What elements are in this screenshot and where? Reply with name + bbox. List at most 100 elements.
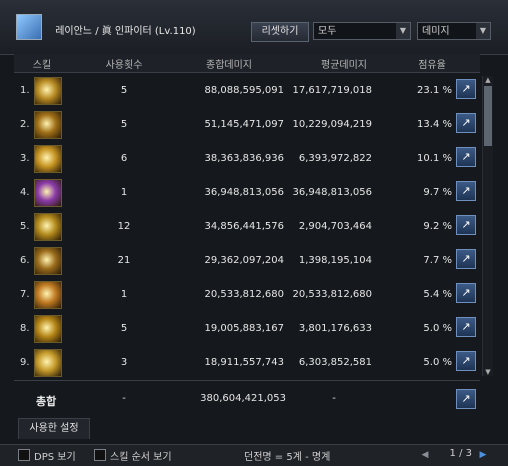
skill-icon: [34, 213, 62, 241]
share-row-button[interactable]: ↗: [456, 215, 476, 235]
scrollbar[interactable]: ▲ ▼: [482, 76, 493, 376]
character-name: ᅠ레이안느: [46, 26, 92, 37]
share-row-button[interactable]: ↗: [456, 283, 476, 303]
share-row-button[interactable]: ↗: [456, 79, 476, 99]
table-row: 2. 5 51,145,471,097 10,229,094,219 13.4 % ↗: [0, 107, 508, 144]
order-checkbox[interactable]: [94, 449, 106, 461]
row-rank: 5.: [20, 221, 30, 232]
table-row: 7. 1 20,533,812,680 20,533,812,680 5.4 % ↗: [0, 277, 508, 314]
row-avg-damage: 6,393,972,822: [298, 153, 372, 164]
row-share: 13.4 %: [417, 119, 452, 130]
table-row: 8. 5 19,005,883,167 3,801,176,633 5.0 % ↗: [0, 311, 508, 348]
col-share: 점유율: [418, 60, 446, 71]
scroll-down-arrow[interactable]: ▼: [483, 368, 493, 376]
metric-dropdown[interactable]: 데미지 ▼: [417, 22, 491, 40]
row-avg-damage: 20,533,812,680: [292, 289, 372, 300]
row-rank: 8.: [20, 323, 30, 334]
row-rank: 7.: [20, 289, 30, 300]
row-uses: 21: [117, 255, 131, 266]
page-indicator: 1 / 3: [449, 448, 472, 459]
table-header: 스킬 사용횟수 종합데미지 평균데미지 점유율: [14, 54, 480, 73]
row-share: 23.1 %: [417, 85, 452, 96]
row-share: 9.2 %: [423, 221, 452, 232]
share-row-button[interactable]: ↗: [456, 351, 476, 371]
dungeon-name: 던전명 = 5계 - 명계: [244, 452, 331, 463]
chevron-down-icon[interactable]: ▼: [476, 23, 490, 39]
skill-icon: [34, 281, 62, 309]
share-row-button[interactable]: ↗: [456, 113, 476, 133]
row-rank: 2.: [20, 119, 30, 130]
col-avg-damage: 평균데미지: [321, 60, 367, 71]
table-row: 6. 21 29,362,097,204 1,398,195,104 7.7 % ↗: [0, 243, 508, 280]
total-damage: 380,604,421,053: [200, 393, 286, 404]
share-row-button[interactable]: ↗: [456, 249, 476, 269]
row-share: 9.7 %: [423, 187, 452, 198]
total-label: 총합: [36, 395, 57, 408]
table-row: 4. 1 36,948,813,056 36,948,813,056 9.7 % ↗: [0, 175, 508, 212]
skill-icon: [34, 111, 62, 139]
row-avg-damage: 36,948,813,056: [292, 187, 372, 198]
row-avg-damage: 2,904,703,464: [298, 221, 372, 232]
filter-dropdown[interactable]: 모두 ▼: [313, 22, 411, 40]
row-uses: 5: [120, 323, 128, 334]
row-rank: 1.: [20, 85, 30, 96]
col-uses: 사용횟수: [105, 60, 143, 71]
class-name: 眞 인파이터 (Lv.110): [101, 26, 196, 37]
total-uses: -: [122, 393, 126, 404]
next-page-icon[interactable]: ▶: [478, 449, 488, 461]
row-share: 5.0 %: [423, 357, 452, 368]
row-rank: 9.: [20, 357, 30, 368]
header-bar: ᅠ레이안느 / 眞 인파이터 (Lv.110) 리셋하기 모두 ▼ 데미지 ▼: [0, 0, 508, 55]
skill-icon: [34, 315, 62, 343]
skill-icon: [34, 145, 62, 173]
table-row: 3. 6 38,363,836,936 6,393,972,822 10.1 % ↗: [0, 141, 508, 178]
table-row: 1. 5 88,088,595,091 17,617,719,018 23.1 % ↗: [0, 73, 508, 110]
character-avatar: [16, 14, 42, 40]
row-share: 5.0 %: [423, 323, 452, 334]
share-row-button[interactable]: ↗: [456, 181, 476, 201]
row-uses: 3: [120, 357, 128, 368]
row-uses: 1: [120, 289, 128, 300]
row-uses: 1: [120, 187, 128, 198]
row-rank: 3.: [20, 153, 30, 164]
col-total-damage: 종합데미지: [206, 60, 252, 71]
total-row: 총합 - 380,604,421,053 - ↗: [14, 380, 480, 415]
separator: /: [95, 26, 99, 37]
scroll-up-arrow[interactable]: ▲: [483, 76, 493, 84]
share-row-button[interactable]: ↗: [456, 317, 476, 337]
skill-icon: [34, 349, 62, 377]
prev-page-icon[interactable]: ◀: [420, 449, 430, 461]
row-avg-damage: 1,398,195,104: [298, 255, 372, 266]
reset-button[interactable]: 리셋하기: [251, 22, 309, 42]
row-uses: 5: [120, 85, 128, 96]
row-share: 10.1 %: [417, 153, 452, 164]
row-share: 7.7 %: [423, 255, 452, 266]
metric-value: 데미지: [422, 26, 450, 37]
row-avg-damage: 6,303,852,581: [298, 357, 372, 368]
skill-icon: [34, 179, 62, 207]
row-uses: 6: [120, 153, 128, 164]
dps-checkbox[interactable]: [18, 449, 30, 461]
filter-value: 모두: [318, 26, 337, 37]
table-row: 5. 12 34,856,441,576 2,904,703,464 9.2 % ↗: [0, 209, 508, 246]
row-uses: 12: [117, 221, 131, 232]
row-avg-damage: 3,801,176,633: [298, 323, 372, 334]
row-share: 5.4 %: [423, 289, 452, 300]
skill-icon: [34, 77, 62, 105]
share-total-button[interactable]: ↗: [456, 389, 476, 409]
chevron-down-icon[interactable]: ▼: [396, 23, 410, 39]
dps-label: DPS 보기: [34, 452, 76, 463]
row-avg-damage: 10,229,094,219: [292, 119, 372, 130]
tab-used-settings[interactable]: 사용한 설정: [18, 418, 90, 439]
row-avg-damage: 17,617,719,018: [292, 85, 372, 96]
table-row: 9. 3 18,911,557,743 6,303,852,581 5.0 % ↗: [0, 345, 508, 382]
share-row-button[interactable]: ↗: [456, 147, 476, 167]
skill-icon: [34, 247, 62, 275]
order-label: 스킬 순서 보기: [110, 452, 172, 463]
character-info: ᅠ레이안느 / 眞 인파이터 (Lv.110): [46, 22, 196, 37]
damage-stats-window: ᅠ레이안느 / 眞 인파이터 (Lv.110) 리셋하기 모두 ▼ 데미지 ▼ …: [0, 0, 508, 466]
row-uses: 5: [120, 119, 128, 130]
row-rank: 4.: [20, 187, 30, 198]
col-skill: 스킬: [32, 60, 52, 71]
scroll-thumb[interactable]: [484, 86, 492, 146]
